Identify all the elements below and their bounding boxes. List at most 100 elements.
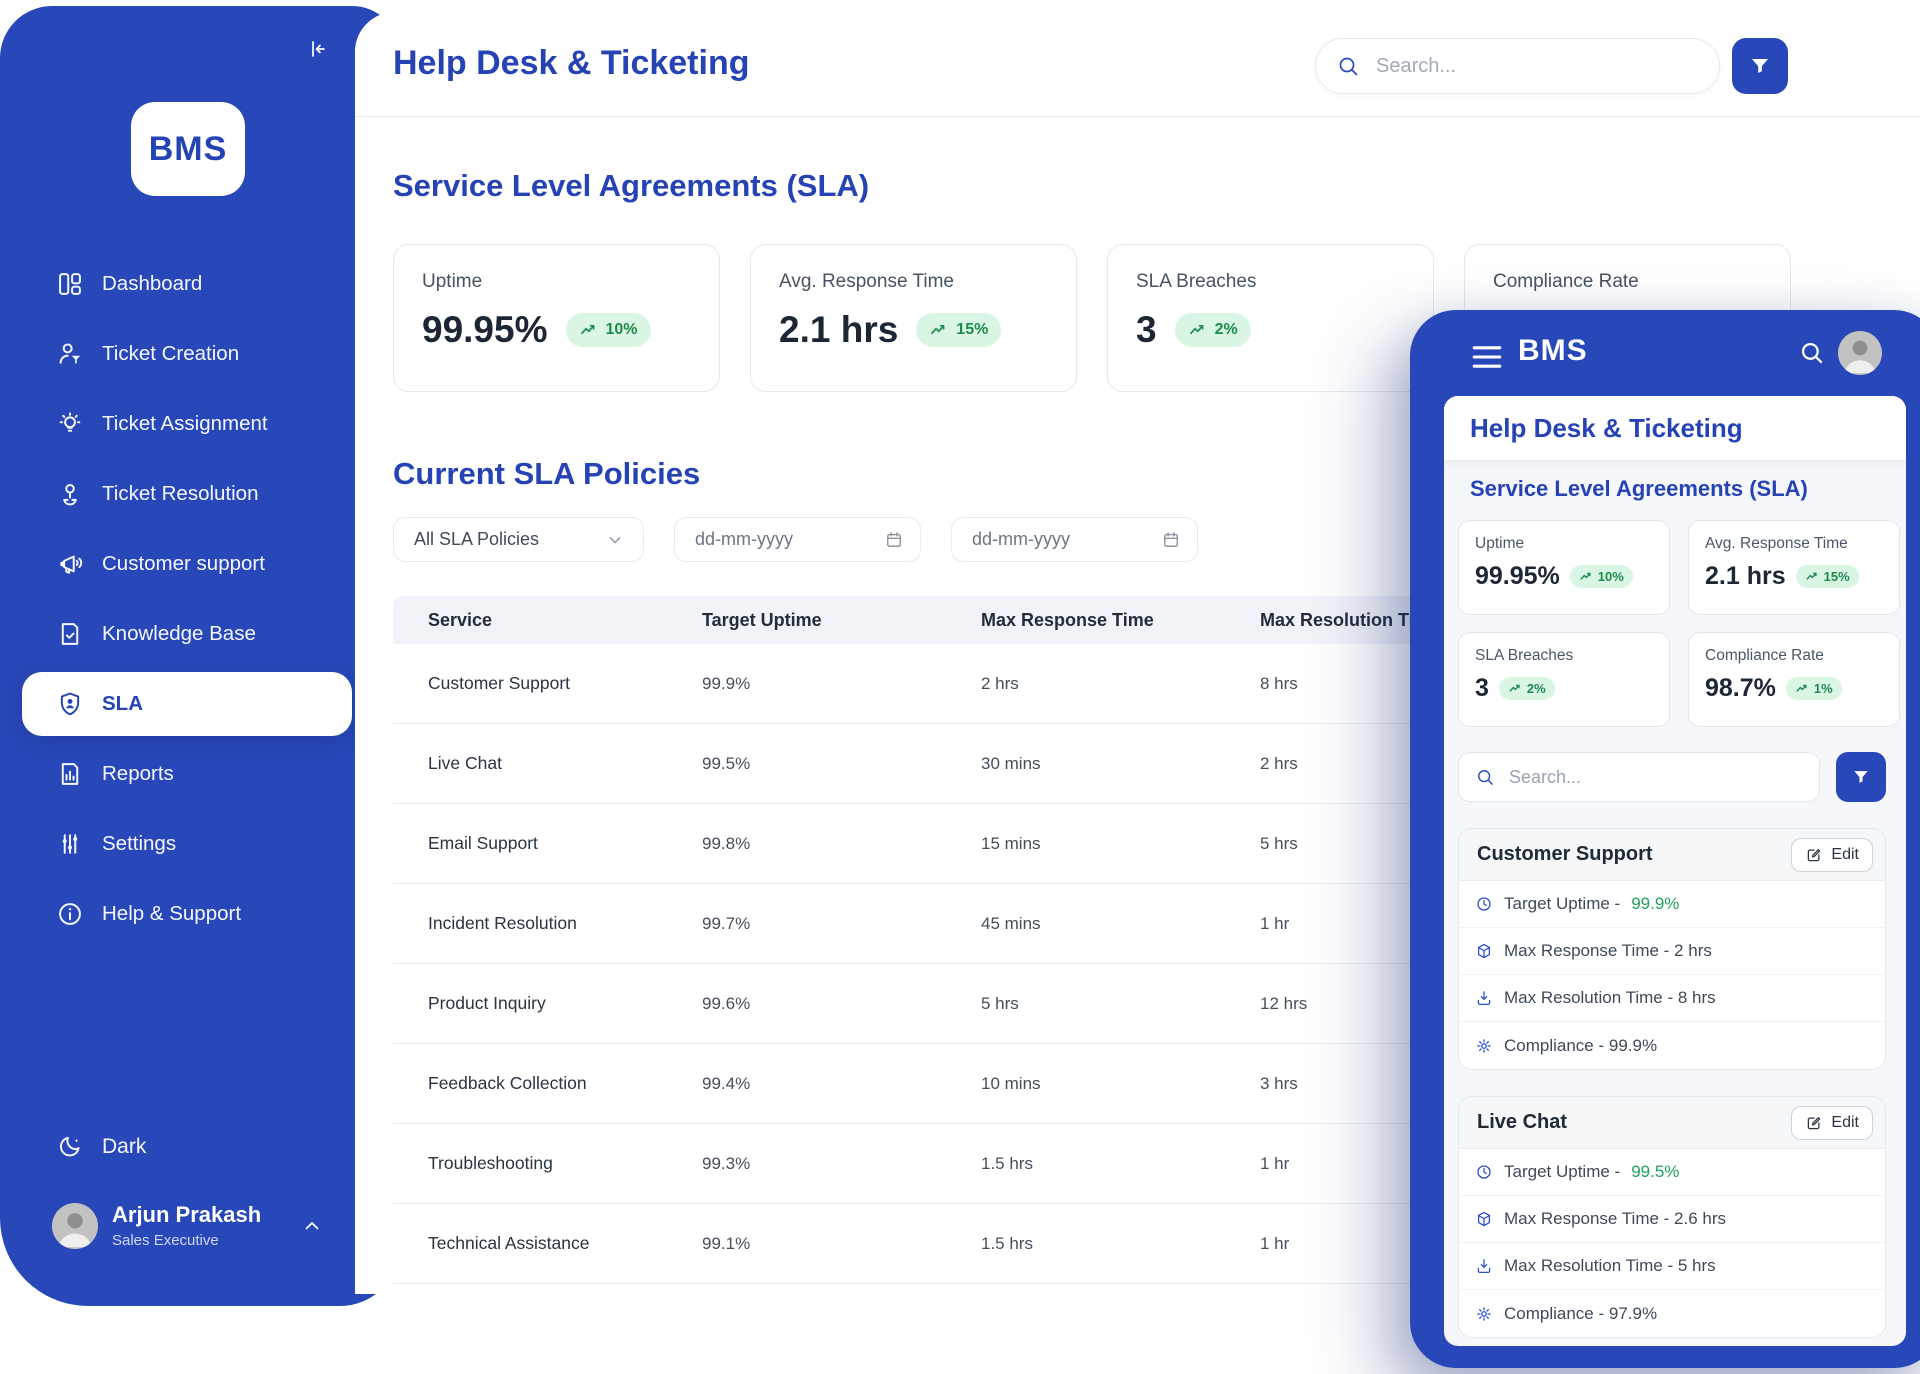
stat-value: 2.1 hrs xyxy=(1705,562,1786,590)
sla-icon xyxy=(56,690,84,718)
mobile-filter-button[interactable] xyxy=(1836,752,1886,802)
sidebar-item-knowledge-base[interactable]: Knowledge Base xyxy=(0,599,400,669)
search-input[interactable] xyxy=(1315,38,1720,94)
sidebar-item-label: Customer support xyxy=(102,552,265,575)
metric-label: Target Uptime - xyxy=(1504,1162,1621,1181)
edit-button-label: Edit xyxy=(1831,845,1859,863)
pencil-icon xyxy=(1805,846,1823,864)
sidebar-nav: Dashboard Ticket Creation Ticket Assignmen… xyxy=(0,249,400,949)
policy-metric-row: Compliance - 99.9% xyxy=(1459,1022,1885,1069)
sidebar-item-label: Help & Support xyxy=(102,902,242,925)
stat-value: 3 xyxy=(1136,309,1157,350)
sidebar-item-label: Knowledge Base xyxy=(102,622,256,645)
policy-type-select[interactable]: All SLA Policies xyxy=(393,517,644,562)
theme-toggle-dark[interactable]: Dark xyxy=(0,1112,400,1182)
table-cell: 99.1% xyxy=(702,1233,751,1253)
table-cell: 99.4% xyxy=(702,1073,751,1093)
mobile-search-input[interactable] xyxy=(1458,752,1820,802)
table-cell: Troubleshooting xyxy=(428,1153,553,1173)
stat-card-sla-breaches: SLA Breaches 3 2% xyxy=(1107,244,1434,392)
table-cell: 99.8% xyxy=(702,833,751,853)
mobile-stat-card-uptime: Uptime 99.95% 10% xyxy=(1458,520,1670,615)
mobile-header: BMS xyxy=(1410,310,1920,396)
table-cell: 1.5 hrs xyxy=(981,1153,1033,1173)
edit-button[interactable]: Edit xyxy=(1791,837,1873,872)
mobile-sla-section-title: Service Level Agreements (SLA) xyxy=(1470,476,1808,501)
mobile-stat-card-sla-breaches: SLA Breaches 3 2% xyxy=(1458,632,1670,727)
sidebar-item-help-support[interactable]: Help & Support xyxy=(0,879,400,949)
table-cell: Technical Assistance xyxy=(428,1233,590,1253)
metric-label: Compliance - 99.9% xyxy=(1504,1035,1658,1055)
policy-metric-row: Max Resolution Time - 8 hrs xyxy=(1459,975,1885,1022)
trend-delta: 2% xyxy=(1214,321,1238,338)
cube-icon xyxy=(1475,1210,1493,1228)
table-cell: 99.3% xyxy=(702,1153,751,1173)
funnel-icon xyxy=(1748,54,1772,78)
date-to-input[interactable]: dd-mm-yyyy xyxy=(951,517,1198,562)
trend-up-icon xyxy=(1579,569,1594,584)
metric-label: Max Response Time - 2 hrs xyxy=(1504,941,1712,960)
download-icon xyxy=(1475,989,1493,1007)
moon-icon xyxy=(56,1133,84,1161)
sla-section-title: Service Level Agreements (SLA) xyxy=(393,168,870,203)
ticket-creation-icon xyxy=(56,340,84,368)
user-profile[interactable]: Arjun Prakash Sales Executive xyxy=(0,1194,352,1258)
table-cell: 2 hrs xyxy=(981,673,1019,693)
table-cell: Live Chat xyxy=(428,753,502,773)
sidebar-item-dashboard[interactable]: Dashboard xyxy=(0,249,400,319)
page-title: Help Desk & Ticketing xyxy=(393,44,750,82)
search-field[interactable] xyxy=(1374,53,1699,79)
trend-up-icon xyxy=(1188,320,1208,340)
policy-card-customer-support: Customer Support Edit Target Uptime - 99.9%… xyxy=(1458,828,1886,1070)
settings-icon xyxy=(56,830,84,858)
stat-value: 3 xyxy=(1475,674,1489,702)
mobile-stat-card-compliance-rate: Compliance Rate 98.7% 1% xyxy=(1688,632,1900,727)
sidebar-item-sla[interactable]: SLA xyxy=(22,672,352,736)
date-from-input[interactable]: dd-mm-yyyy xyxy=(674,517,921,562)
trend-badge: 2% xyxy=(1498,677,1555,700)
metric-value: 99.9% xyxy=(1631,894,1680,913)
trend-badge: 15% xyxy=(916,313,1002,347)
table-cell: Email Support xyxy=(428,833,538,853)
policy-metric-row: Max Resolution Time - 5 hrs xyxy=(1459,1243,1885,1290)
sidebar-item-label: Ticket Creation xyxy=(102,342,240,365)
mobile-user-avatar[interactable] xyxy=(1838,331,1882,375)
trend-badge: 10% xyxy=(565,313,651,347)
trend-delta: 10% xyxy=(1597,569,1624,584)
calendar-icon xyxy=(884,530,904,550)
mobile-search-icon[interactable] xyxy=(1798,339,1825,366)
sidebar-item-label: Ticket Resolution xyxy=(102,482,259,505)
hamburger-menu-icon[interactable] xyxy=(1470,340,1504,368)
download-icon xyxy=(1475,1257,1493,1275)
trend-delta: 1% xyxy=(1813,681,1833,696)
reports-icon xyxy=(56,760,84,788)
trend-delta: 2% xyxy=(1526,681,1546,696)
clock-icon xyxy=(1475,895,1493,913)
collapse-sidebar-button[interactable] xyxy=(298,30,338,70)
stat-label: Compliance Rate xyxy=(1705,647,1824,664)
customer-support-icon xyxy=(56,550,84,578)
search-icon xyxy=(1475,767,1495,787)
metric-label: Compliance - 97.9% xyxy=(1504,1303,1658,1323)
pencil-icon xyxy=(1805,1114,1823,1132)
trend-badge: 15% xyxy=(1795,565,1859,588)
stat-label: SLA Breaches xyxy=(1136,271,1257,292)
calendar-icon xyxy=(1161,530,1181,550)
edit-button[interactable]: Edit xyxy=(1791,1105,1873,1140)
trend-delta: 15% xyxy=(1823,569,1850,584)
sidebar-item-reports[interactable]: Reports xyxy=(0,739,400,809)
stat-label: SLA Breaches xyxy=(1475,647,1574,664)
sidebar-item-ticket-resolution[interactable]: Ticket Resolution xyxy=(0,459,400,529)
table-cell: 10 mins xyxy=(981,1073,1041,1093)
table-cell: 30 mins xyxy=(981,753,1041,773)
mobile-search-field[interactable] xyxy=(1507,765,1803,789)
clock-icon xyxy=(1475,1163,1493,1181)
sidebar-item-customer-support[interactable]: Customer support xyxy=(0,529,400,599)
policy-card-title: Customer Support xyxy=(1477,843,1653,865)
table-cell: Product Inquiry xyxy=(428,993,546,1013)
filter-button[interactable] xyxy=(1732,38,1788,94)
sidebar-item-label: SLA xyxy=(102,692,143,715)
sidebar-item-settings[interactable]: Settings xyxy=(0,809,400,879)
sidebar-item-ticket-assignment[interactable]: Ticket Assignment xyxy=(0,389,400,459)
sidebar-item-ticket-creation[interactable]: Ticket Creation xyxy=(0,319,400,389)
